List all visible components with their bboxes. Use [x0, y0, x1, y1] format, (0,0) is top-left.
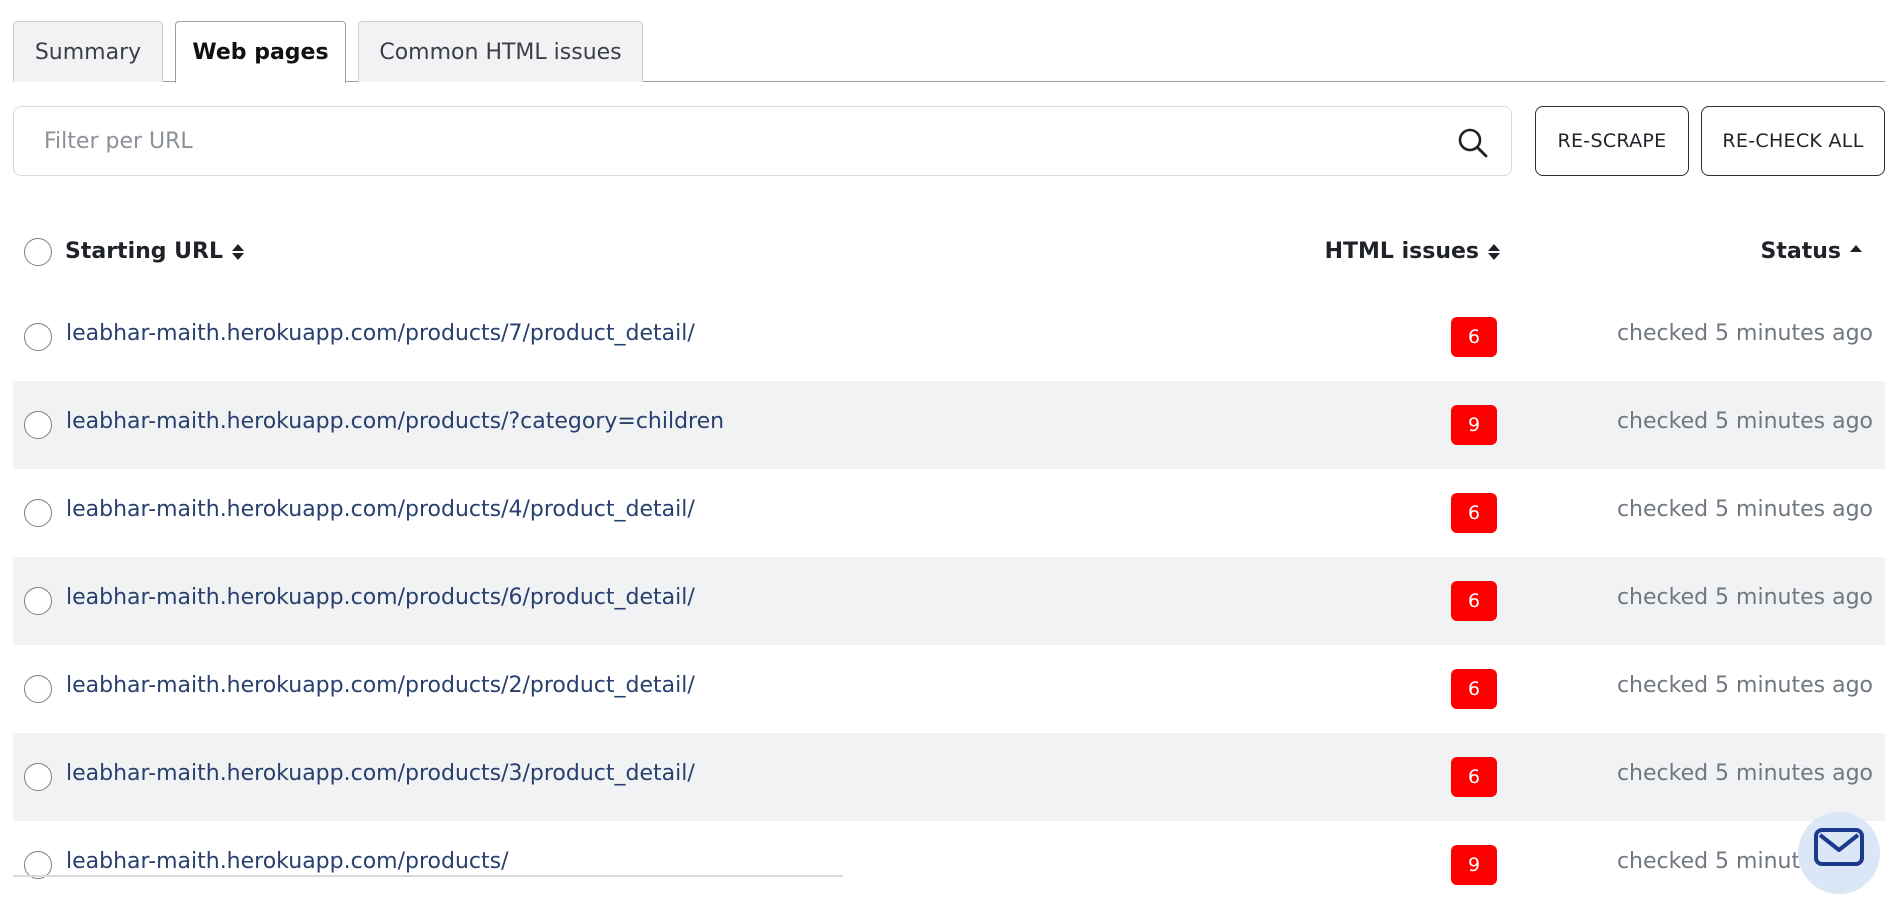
- tab-web-pages[interactable]: Web pages: [175, 21, 346, 83]
- sort-icon: [232, 243, 245, 260]
- tab-summary[interactable]: Summary: [13, 21, 163, 82]
- row-checkbox[interactable]: [24, 323, 52, 351]
- html-issues-badge[interactable]: 9: [1451, 405, 1497, 445]
- select-all-checkbox[interactable]: [24, 238, 52, 266]
- starting-url-link[interactable]: leabhar-maith.herokuapp.com/products/6/p…: [66, 585, 695, 610]
- contact-mail-button[interactable]: [1798, 812, 1880, 894]
- table-header: Starting URL HTML issues Status: [13, 213, 1885, 293]
- table-row[interactable]: leabhar-maith.herokuapp.com/products/2/p…: [13, 645, 1885, 733]
- html-issues-badge[interactable]: 6: [1451, 317, 1497, 357]
- starting-url-link[interactable]: leabhar-maith.herokuapp.com/products/2/p…: [66, 673, 695, 698]
- column-label: Starting URL: [65, 239, 224, 264]
- table-row[interactable]: leabhar-maith.herokuapp.com/products/3/p…: [13, 733, 1885, 821]
- starting-url-link[interactable]: leabhar-maith.herokuapp.com/products/7/p…: [66, 321, 695, 346]
- row-checkbox[interactable]: [24, 587, 52, 615]
- tab-common-html-issues[interactable]: Common HTML issues: [358, 21, 643, 82]
- column-label: HTML issues: [1324, 239, 1479, 264]
- table-row[interactable]: leabhar-maith.herokuapp.com/products/?ca…: [13, 381, 1885, 469]
- starting-url-link[interactable]: leabhar-maith.herokuapp.com/products/3/p…: [66, 761, 695, 786]
- search-icon[interactable]: [1457, 127, 1489, 159]
- table-row[interactable]: leabhar-maith.herokuapp.com/products/7/p…: [13, 293, 1885, 381]
- row-checkbox[interactable]: [24, 675, 52, 703]
- table-row[interactable]: leabhar-maith.herokuapp.com/products/6/p…: [13, 557, 1885, 645]
- tab-bar: Summary Web pages Common HTML issues: [13, 21, 1885, 83]
- status-text: checked 5 minutes ago: [1616, 409, 1873, 434]
- rescrape-button[interactable]: RE-SCRAPE: [1535, 106, 1689, 176]
- web-pages-table: Starting URL HTML issues Status leabhar-…: [13, 213, 1885, 909]
- row-checkbox[interactable]: [24, 499, 52, 527]
- status-text: checked 5 minutes ago: [1616, 761, 1873, 786]
- sort-icon: [1488, 243, 1500, 260]
- status-text: checked 5 minutes ago: [1616, 321, 1873, 346]
- table-row[interactable]: leabhar-maith.herokuapp.com/products/ 9 …: [13, 821, 1885, 909]
- status-text: checked 5 minutes ago: [1616, 673, 1873, 698]
- starting-url-link[interactable]: leabhar-maith.herokuapp.com/products/?ca…: [66, 409, 724, 434]
- column-header-starting-url[interactable]: Starting URL: [65, 239, 245, 264]
- column-header-html-issues[interactable]: HTML issues: [1325, 239, 1501, 264]
- html-issues-badge[interactable]: 6: [1451, 757, 1497, 797]
- status-text: checked 5 minutes ago: [1616, 497, 1873, 522]
- status-text: checked 5 minutes ago: [1616, 585, 1873, 610]
- url-filter: [13, 106, 1512, 176]
- recheck-all-button[interactable]: RE-CHECK ALL: [1701, 106, 1885, 176]
- starting-url-link[interactable]: leabhar-maith.herokuapp.com/products/: [66, 849, 508, 874]
- html-issues-badge[interactable]: 6: [1451, 669, 1497, 709]
- html-issues-badge[interactable]: 9: [1451, 845, 1497, 885]
- filter-input[interactable]: [14, 107, 1511, 175]
- sort-ascending-icon: [1850, 244, 1862, 252]
- mail-icon: [1814, 828, 1864, 866]
- html-issues-badge[interactable]: 6: [1451, 581, 1497, 621]
- starting-url-link[interactable]: leabhar-maith.herokuapp.com/products/4/p…: [66, 497, 695, 522]
- row-checkbox[interactable]: [24, 763, 52, 791]
- table-row[interactable]: leabhar-maith.herokuapp.com/products/4/p…: [13, 469, 1885, 557]
- column-label: Status: [1760, 239, 1841, 264]
- row-checkbox[interactable]: [24, 411, 52, 439]
- html-issues-badge[interactable]: 6: [1451, 493, 1497, 533]
- column-header-status[interactable]: Status: [1761, 239, 1863, 264]
